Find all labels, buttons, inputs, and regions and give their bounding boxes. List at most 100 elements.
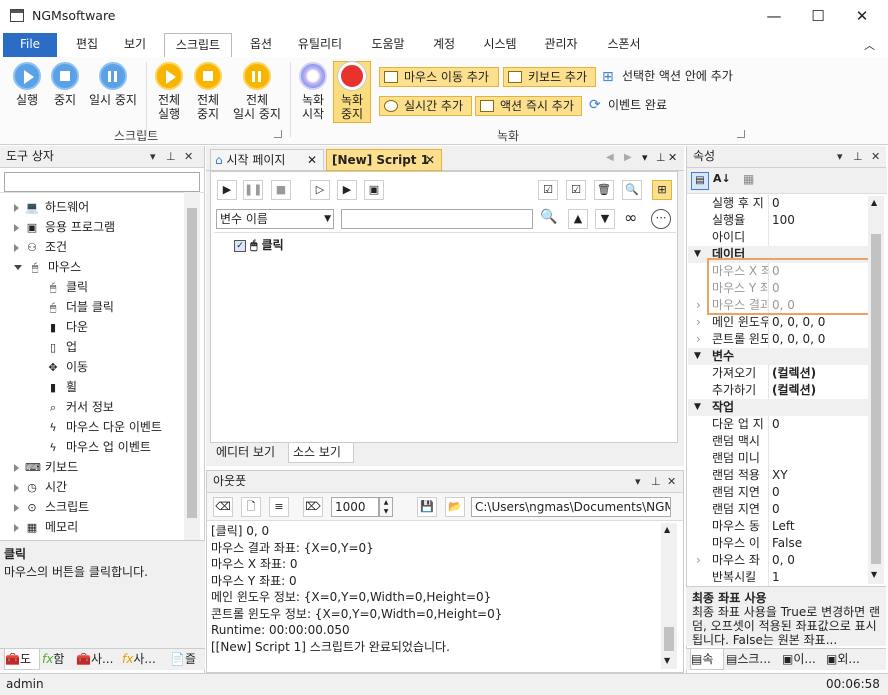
- property-row[interactable]: › 메인 윈도우 0, 0, 0, 0: [688, 314, 868, 331]
- pause-button[interactable]: 일시 중지: [84, 62, 142, 107]
- property-category[interactable]: ▼ 변수: [688, 348, 868, 365]
- expand-arrow-icon[interactable]: ›: [696, 314, 701, 331]
- expand-arrow-icon[interactable]: ›: [696, 552, 701, 569]
- pause-icon[interactable]: ❚❚: [243, 180, 263, 200]
- property-value[interactable]: 100: [772, 212, 795, 229]
- scroll-up-icon[interactable]: ▲: [871, 198, 877, 207]
- close-tab-icon[interactable]: ✕: [307, 150, 317, 171]
- tab-editor-view[interactable]: 에디터 보기: [212, 443, 286, 463]
- add-mouse-move-button[interactable]: 마우스 이동 추가: [379, 67, 499, 87]
- property-value[interactable]: 0, 0, 0, 0: [772, 314, 825, 331]
- expand-arrow-icon[interactable]: ›: [696, 331, 701, 348]
- tab-help[interactable]: 도움말: [362, 33, 414, 57]
- close-icon[interactable]: ✕: [667, 471, 676, 492]
- tab-user-functions[interactable]: fx사...: [122, 649, 166, 670]
- interval-input[interactable]: 1000: [331, 497, 379, 517]
- check-icon[interactable]: ☑: [566, 180, 586, 200]
- property-value[interactable]: 0: [772, 501, 780, 518]
- property-value[interactable]: (컬렉션): [772, 365, 816, 382]
- file-menu[interactable]: File: [3, 33, 57, 57]
- clear-icon[interactable]: ⌫: [213, 497, 233, 517]
- tab-script-explorer[interactable]: ▤스크...: [726, 649, 780, 670]
- tree-item[interactable]: ▮ 다운: [46, 317, 88, 337]
- loop-icon[interactable]: ∞: [624, 208, 637, 227]
- pin-icon[interactable]: ⊥: [656, 151, 666, 164]
- list-icon[interactable]: ≡: [269, 497, 289, 517]
- tab-favorites[interactable]: 📄즐: [170, 649, 202, 670]
- check-all-icon[interactable]: ☑: [538, 180, 558, 200]
- property-value[interactable]: 0: [772, 195, 780, 212]
- toolbox-scrollbar[interactable]: [184, 192, 200, 542]
- search-icon[interactable]: 🔍: [622, 180, 642, 200]
- eraser-icon[interactable]: ⌦: [303, 497, 323, 517]
- tab-edit[interactable]: 편집: [64, 33, 110, 57]
- close-button[interactable]: ✕: [840, 2, 884, 30]
- tree-item[interactable]: ⌨ 키보드: [14, 457, 78, 477]
- dialog-launcher-icon[interactable]: [737, 130, 745, 138]
- scroll-thumb[interactable]: [664, 627, 674, 651]
- run-all-button[interactable]: 전체 실행: [150, 62, 188, 121]
- folder-icon[interactable]: 📂: [445, 497, 465, 517]
- minimize-button[interactable]: —: [752, 2, 796, 30]
- tab-list-icon[interactable]: ▾: [642, 151, 648, 164]
- property-value[interactable]: (컬렉션): [772, 382, 816, 399]
- stop-button[interactable]: 중지: [46, 62, 84, 107]
- property-row[interactable]: 랜덤 맥시: [688, 433, 868, 450]
- property-value[interactable]: Left: [772, 518, 795, 535]
- tab-user-tools[interactable]: 🧰사...: [76, 649, 118, 670]
- property-row[interactable]: 추가하기 (컬렉션): [688, 382, 868, 399]
- property-row[interactable]: 랜덤 적용 XY: [688, 467, 868, 484]
- expand-arrow-icon[interactable]: [14, 523, 19, 532]
- property-row[interactable]: 마우스 이 False: [688, 535, 868, 552]
- run-action-now-button[interactable]: 액션 즉시 추가: [475, 96, 582, 116]
- property-row[interactable]: 실행율 100: [688, 212, 868, 229]
- variable-select[interactable]: 변수 이름 ▼: [216, 209, 334, 229]
- expand-arrow-icon[interactable]: [14, 463, 19, 472]
- run-from-icon[interactable]: ▣: [364, 180, 384, 200]
- delete-icon[interactable]: 🗑: [594, 180, 614, 200]
- pin-icon[interactable]: ⊥: [166, 146, 176, 167]
- sort-az-icon[interactable]: A↓: [713, 172, 731, 185]
- tree-item[interactable]: 🖱 마우스: [14, 257, 81, 277]
- tree-item[interactable]: ⊙ 스크립트: [14, 497, 89, 517]
- close-icon[interactable]: ✕: [184, 146, 193, 167]
- tree-item[interactable]: ◷ 시간: [14, 477, 67, 497]
- tab-options[interactable]: 옵션: [238, 33, 284, 57]
- property-value[interactable]: 1: [772, 569, 780, 586]
- event-complete-button[interactable]: ⟳ 이벤트 완료: [586, 96, 686, 114]
- property-row[interactable]: › 콘트롤 윈도우 0, 0, 0, 0: [688, 331, 868, 348]
- property-row[interactable]: 랜덤 미니: [688, 450, 868, 467]
- tab-source-view[interactable]: 소스 보기: [288, 443, 354, 463]
- dropdown-icon[interactable]: ▾: [150, 146, 156, 167]
- play-icon[interactable]: ▶: [217, 180, 237, 200]
- tree-item[interactable]: ϟ 마우스 업 이벤트: [46, 437, 151, 457]
- tab-system[interactable]: 시스템: [474, 33, 526, 57]
- tree-item[interactable]: 🖱 더블 클릭: [46, 297, 114, 317]
- tab-properties[interactable]: ▤속: [690, 649, 724, 670]
- expand-arrow-icon[interactable]: [14, 503, 19, 512]
- expand-arrow-icon[interactable]: [14, 483, 19, 492]
- pause-all-button[interactable]: 전체 일시 중지: [228, 62, 286, 121]
- properties-scrollbar[interactable]: ▲ ▼: [868, 196, 884, 584]
- property-row[interactable]: 마우스 동 Left: [688, 518, 868, 535]
- property-row[interactable]: 반복시킬 1: [688, 569, 868, 586]
- tree-item[interactable]: ⚇ 조건: [14, 237, 67, 257]
- tree-item[interactable]: ▮ 휠: [46, 377, 77, 397]
- record-start-button[interactable]: 녹화 시작: [295, 62, 331, 121]
- collapse-arrow-icon[interactable]: [14, 265, 22, 270]
- pin-icon[interactable]: ⊥: [853, 146, 863, 167]
- tree-item[interactable]: 🖱 클릭: [46, 277, 88, 297]
- scroll-thumb[interactable]: [871, 234, 881, 564]
- dropdown-icon[interactable]: ▾: [837, 146, 843, 167]
- move-down-icon[interactable]: ▼: [595, 209, 615, 229]
- close-tab-icon[interactable]: ✕: [425, 150, 435, 171]
- tab-images[interactable]: ▣이...: [782, 649, 824, 670]
- property-value[interactable]: XY: [772, 467, 788, 484]
- tree-item[interactable]: 💻 하드웨어: [14, 197, 89, 217]
- stop-all-button[interactable]: 전체 중지: [189, 62, 227, 121]
- tab-admin[interactable]: 관리자: [536, 33, 586, 57]
- maximize-button[interactable]: ☐: [796, 2, 840, 30]
- property-value[interactable]: 0, 0: [772, 552, 795, 569]
- close-icon[interactable]: ✕: [668, 151, 677, 164]
- property-value[interactable]: 0: [772, 416, 780, 433]
